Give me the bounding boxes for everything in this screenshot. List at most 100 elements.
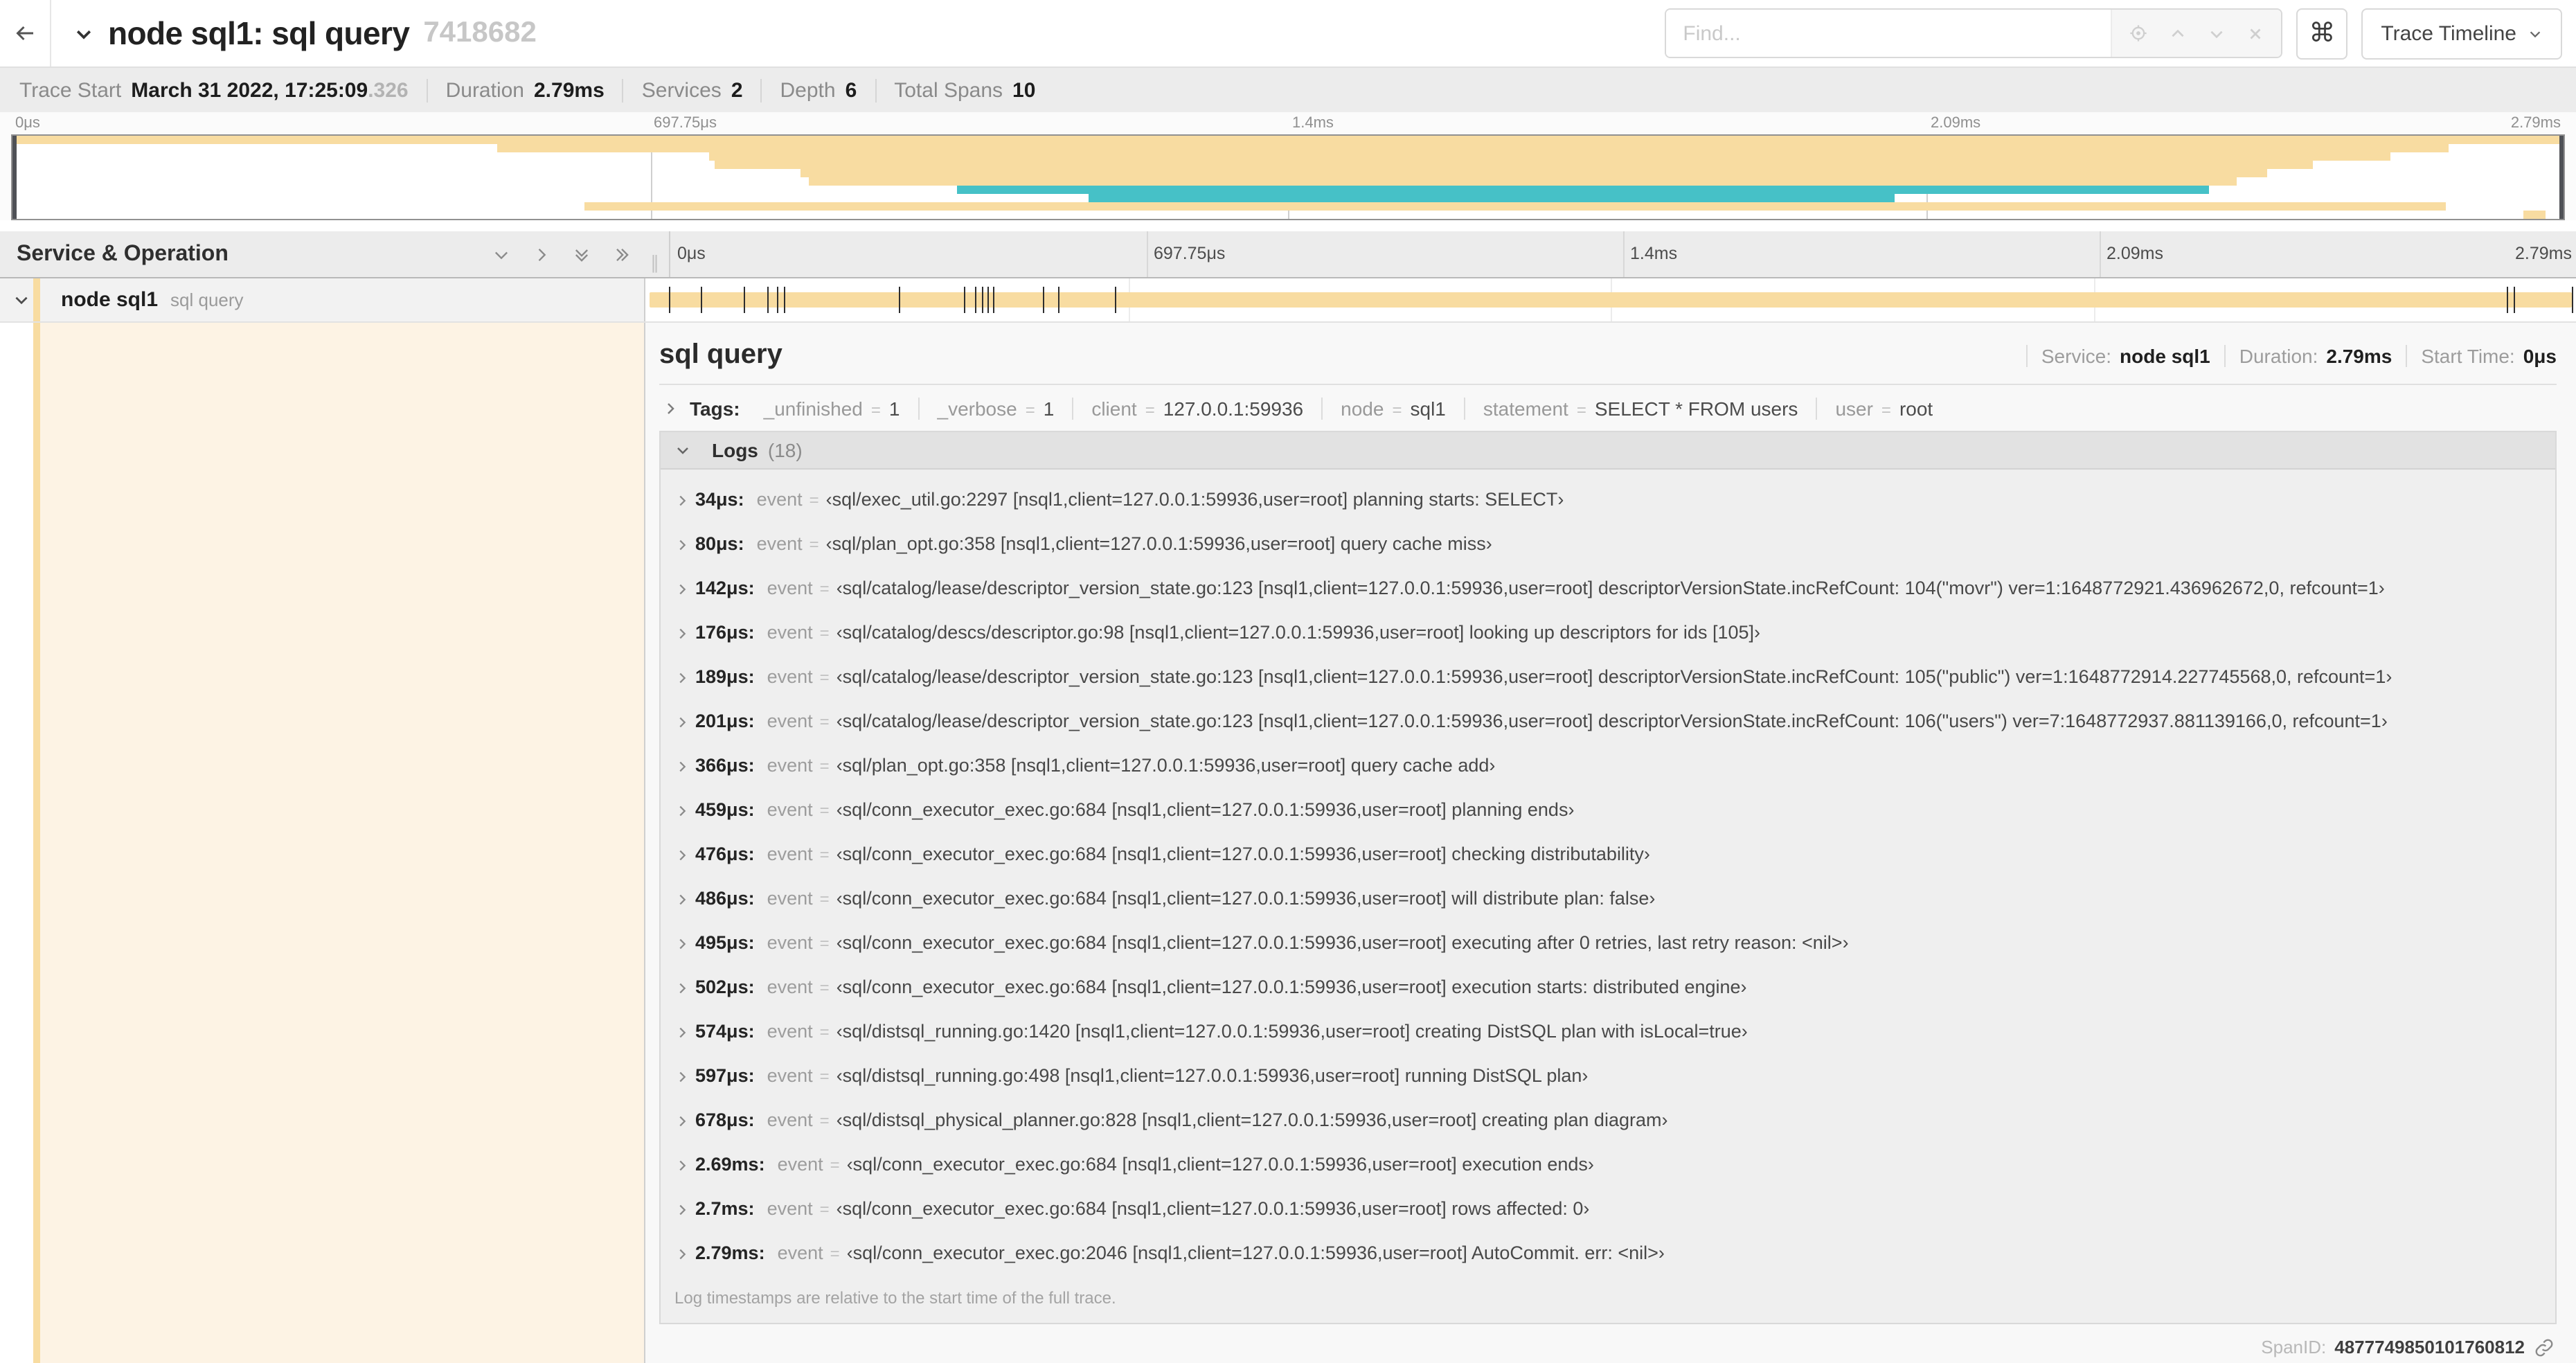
log-row[interactable]: 678μs: event = ‹sql/distsql_physical_planne… <box>661 1098 2555 1143</box>
chevron-right-icon <box>674 492 695 508</box>
metadata-label: Total Spans <box>894 78 1003 102</box>
span-name-cell[interactable]: node sql1 sql query <box>0 278 645 321</box>
log-marker-tick[interactable] <box>964 287 965 313</box>
log-marker-tick[interactable] <box>1043 287 1045 313</box>
log-marker-tick[interactable] <box>668 287 670 313</box>
tag-item[interactable]: _unfinished = 1 <box>746 398 918 420</box>
log-row[interactable]: 176μs: event = ‹sql/catalog/descs/descripto… <box>661 611 2555 655</box>
collapse-header-chevron-icon[interactable] <box>73 23 94 44</box>
minimap-right-drag-handle[interactable] <box>2559 136 2564 219</box>
expand-one-icon[interactable] <box>531 244 551 264</box>
span-color-accent <box>33 278 40 321</box>
summary-item: Duration: 2.79ms <box>2224 344 2406 366</box>
column-resize-grip[interactable]: ∥ <box>650 252 661 277</box>
summary-value: 0μs <box>2523 344 2557 366</box>
tag-item[interactable]: user = root <box>1816 398 1951 420</box>
command-icon: ⌘ <box>2309 19 2336 48</box>
back-button[interactable] <box>0 0 51 66</box>
minimap-span-bar <box>584 202 2447 211</box>
log-marker-tick[interactable] <box>1058 287 1060 313</box>
collapse-one-icon[interactable] <box>491 244 510 264</box>
logs-header[interactable]: Logs (18) <box>661 432 2555 470</box>
log-marker-tick[interactable] <box>767 287 769 313</box>
log-row[interactable]: 486μs: event = ‹sql/conn_executor_exec.go:6… <box>661 877 2555 921</box>
summary-label: Service: <box>2041 344 2112 366</box>
log-row[interactable]: 34μs: event = ‹sql/exec_util.go:2297 [nsql1… <box>661 478 2555 522</box>
minimap-left-drag-handle[interactable] <box>12 136 17 219</box>
ruler-tick-label: 2.09ms <box>2107 244 2163 263</box>
span-bar-cell[interactable] <box>645 278 2576 321</box>
span-id-row: SpanID: 4877749850101760812 <box>659 1324 2557 1363</box>
log-marker-tick[interactable] <box>776 287 778 313</box>
log-marker-tick[interactable] <box>744 287 746 313</box>
log-row[interactable]: 2.7ms: event = ‹sql/conn_executor_exec.go:6… <box>661 1187 2555 1231</box>
log-marker-tick[interactable] <box>2514 287 2516 313</box>
minimap-span-bar <box>497 144 2449 152</box>
minimap-canvas[interactable] <box>11 134 2565 220</box>
log-row[interactable]: 476μs: event = ‹sql/conn_executor_exec.go:6… <box>661 832 2555 877</box>
log-marker-tick[interactable] <box>898 287 900 313</box>
log-row[interactable]: 495μs: event = ‹sql/conn_executor_exec.go:6… <box>661 921 2555 965</box>
span-row[interactable]: node sql1 sql query <box>0 278 2576 323</box>
next-match-icon[interactable] <box>2208 24 2226 42</box>
log-row[interactable]: 201μs: event = ‹sql/catalog/lease/descripto… <box>661 700 2555 744</box>
find-group <box>1665 8 2283 58</box>
log-field-key: event <box>777 1154 823 1175</box>
view-switcher-button[interactable]: Trace Timeline <box>2361 8 2562 59</box>
log-marker-tick[interactable] <box>992 287 994 313</box>
log-marker-tick[interactable] <box>1114 287 1116 313</box>
tag-item[interactable]: _verbose = 1 <box>918 398 1073 420</box>
prev-match-icon[interactable] <box>2169 24 2187 42</box>
equals-sign: = <box>819 889 830 909</box>
tag-item[interactable]: client = 127.0.0.1:59936 <box>1072 398 1321 420</box>
equals-sign: = <box>819 801 830 820</box>
ruler-tick-label: 0μs <box>677 244 706 263</box>
header-controls: ⌘ Trace Timeline <box>1665 8 2562 59</box>
equals-sign: = <box>819 934 830 953</box>
log-marker-tick[interactable] <box>981 287 983 313</box>
log-timestamp: 459μs: <box>695 799 755 820</box>
log-row[interactable]: 459μs: event = ‹sql/conn_executor_exec.go:6… <box>661 788 2555 832</box>
clear-find-icon[interactable] <box>2246 24 2264 42</box>
log-marker-tick[interactable] <box>701 287 703 313</box>
minimap-span-bar <box>956 186 2209 194</box>
log-row[interactable]: 189μs: event = ‹sql/catalog/lease/descripto… <box>661 655 2555 700</box>
log-marker-tick[interactable] <box>784 287 786 313</box>
collapse-all-icon[interactable] <box>571 244 591 264</box>
log-timestamp: 678μs: <box>695 1110 755 1130</box>
keyboard-shortcuts-button[interactable]: ⌘ <box>2296 8 2348 59</box>
log-row[interactable]: 574μs: event = ‹sql/distsql_running.go:1420… <box>661 1010 2555 1054</box>
log-timestamp: 189μs: <box>695 666 755 687</box>
arrow-left-icon <box>12 21 37 46</box>
log-marker-tick[interactable] <box>987 287 989 313</box>
focus-match-icon[interactable] <box>2129 24 2148 43</box>
tag-item[interactable]: node = sql1 <box>1321 398 1464 420</box>
log-marker-tick[interactable] <box>2572 287 2574 313</box>
log-body: event = ‹sql/conn_executor_exec.go:684 [ns… <box>767 844 1650 866</box>
expand-all-icon[interactable] <box>611 244 631 264</box>
log-row[interactable]: 2.69ms: event = ‹sql/conn_executor_exec.go:… <box>661 1143 2555 1187</box>
log-row[interactable]: 366μs: event = ‹sql/plan_opt.go:358 [nsql1,… <box>661 744 2555 788</box>
log-field-value: ‹sql/conn_executor_exec.go:684 [nsql1,cl… <box>836 977 1747 997</box>
log-field-value: ‹sql/plan_opt.go:358 [nsql1,client=127.0… <box>825 533 1492 554</box>
log-field-key: event <box>777 1242 823 1263</box>
log-field-key: event <box>767 977 813 997</box>
tag-item[interactable]: statement = SELECT * FROM users <box>1463 398 1816 420</box>
summary-item: Start Time: 0μs <box>2406 344 2557 366</box>
log-row[interactable]: 502μs: event = ‹sql/conn_executor_exec.go:6… <box>661 965 2555 1010</box>
log-row[interactable]: 80μs: event = ‹sql/plan_opt.go:358 [nsql1,c… <box>661 522 2555 567</box>
tags-accordion[interactable]: Tags: _unfinished = 1 _verbose = 1 client = 127.… <box>659 385 2557 431</box>
log-marker-tick[interactable] <box>975 287 977 313</box>
find-input[interactable] <box>1666 10 2111 57</box>
span-duration-bar[interactable] <box>650 292 2572 308</box>
tag-value: 1 <box>1043 398 1055 420</box>
minimap-time-labels: 0μs 697.75μs 1.4ms 2.09ms 2.79ms <box>11 112 2565 134</box>
log-row[interactable]: 2.79ms: event = ‹sql/conn_executor_exec.go:… <box>661 1231 2555 1276</box>
link-icon[interactable] <box>2534 1337 2554 1357</box>
span-collapse-chevron-icon[interactable] <box>12 291 30 309</box>
equals-sign: = <box>1576 400 1586 420</box>
log-marker-tick[interactable] <box>2506 287 2508 313</box>
log-row[interactable]: 142μs: event = ‹sql/catalog/lease/descripto… <box>661 567 2555 611</box>
log-row[interactable]: 597μs: event = ‹sql/distsql_running.go:498 … <box>661 1054 2555 1098</box>
log-field-value: ‹sql/distsql_running.go:498 [nsql1,clien… <box>836 1065 1589 1086</box>
